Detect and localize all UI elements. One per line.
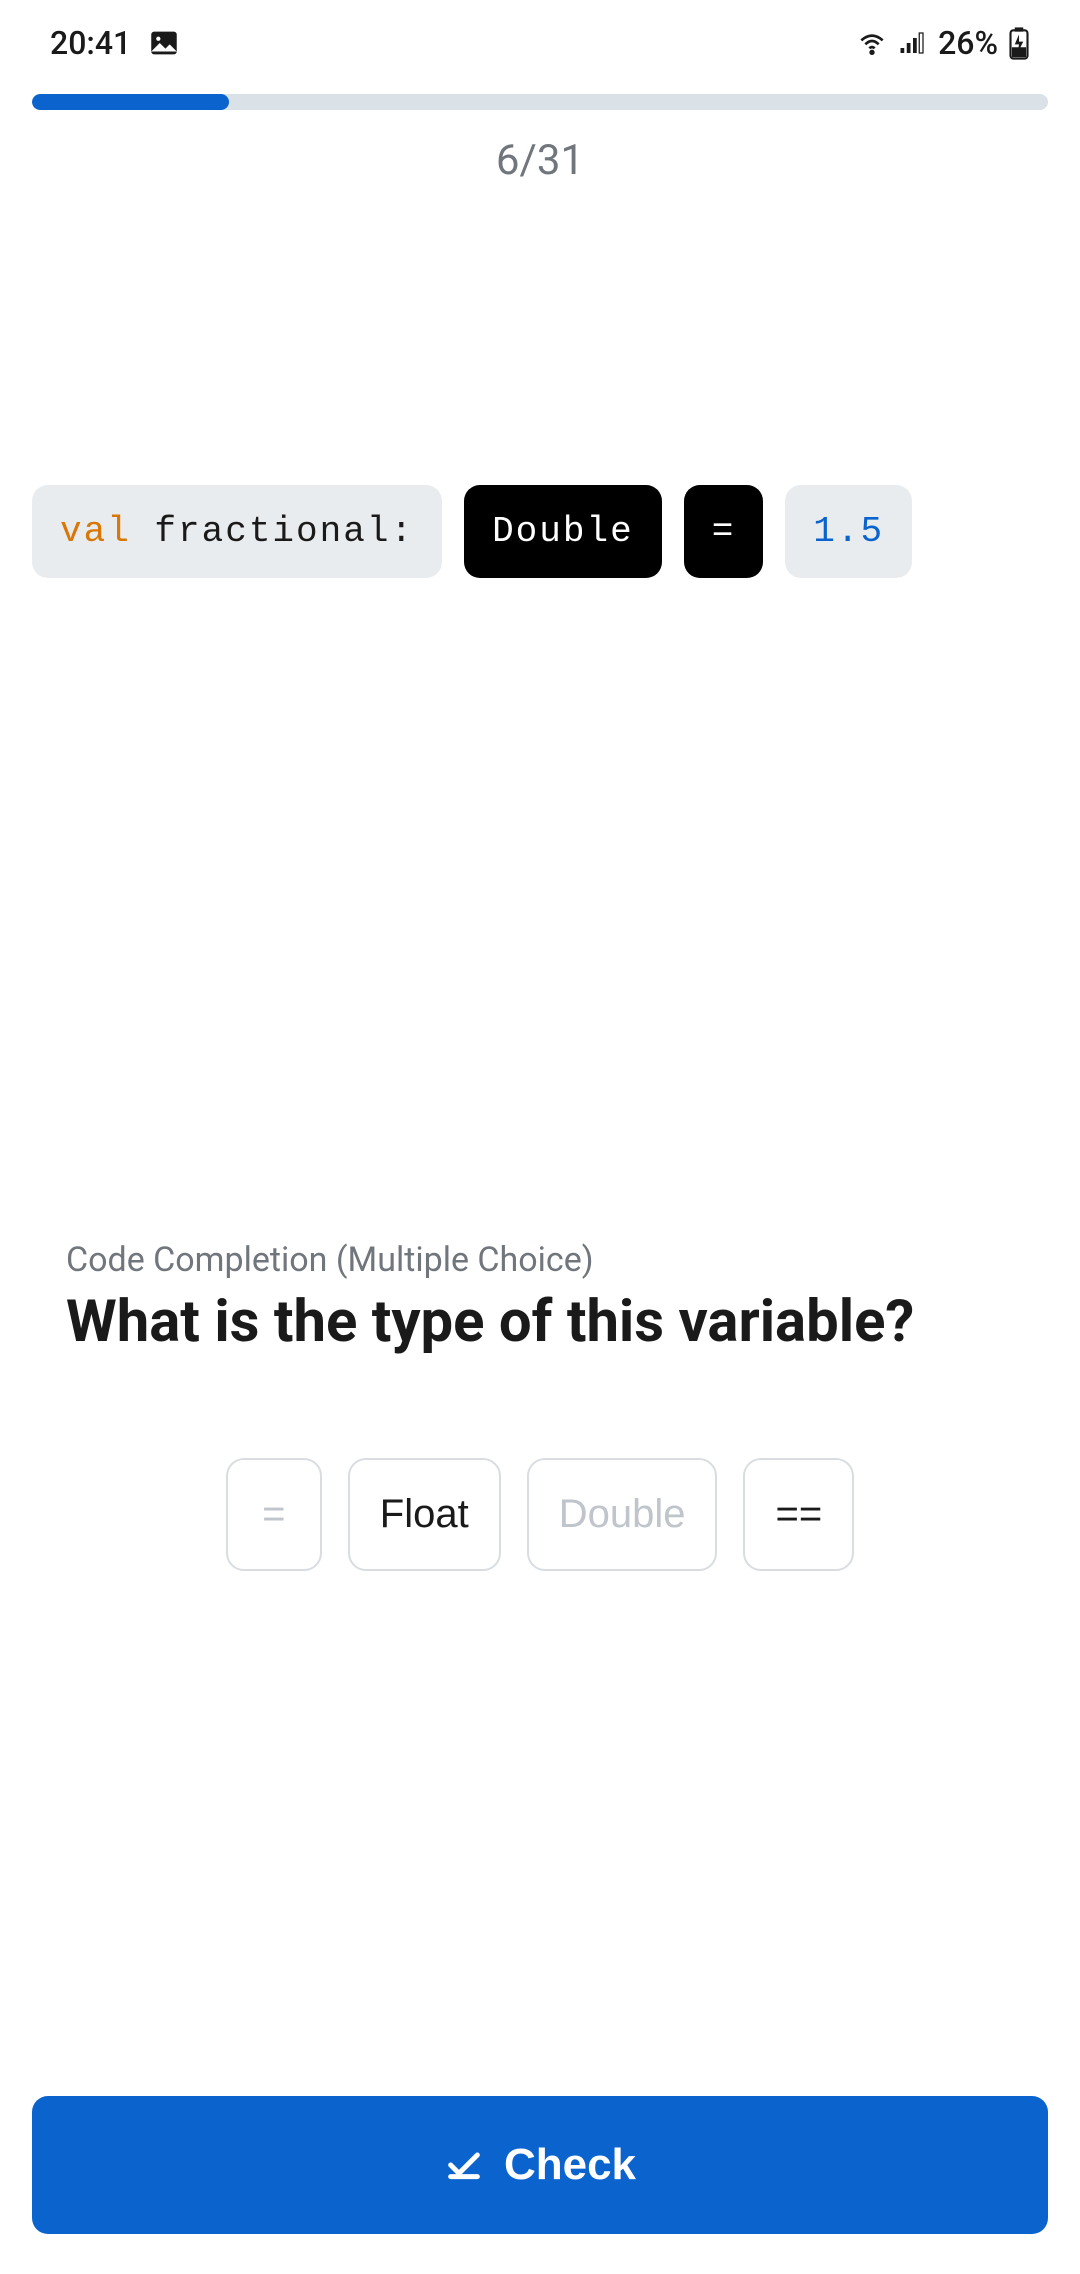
check-button[interactable]: Check (32, 2096, 1048, 2234)
progress-bar[interactable] (32, 94, 1048, 110)
status-left: 20:41 (50, 24, 181, 62)
choice-equals[interactable]: = (226, 1458, 322, 1571)
picture-icon (147, 26, 181, 60)
status-time: 20:41 (50, 24, 131, 62)
code-value: 1.5 (785, 485, 912, 578)
check-button-label: Check (504, 2140, 636, 2190)
signal-icon (898, 28, 928, 58)
battery-percent: 26% (938, 24, 998, 62)
code-type-slot[interactable]: Double (464, 485, 662, 578)
status-bar: 20:41 26% (0, 0, 1080, 78)
code-varname: fractional: (131, 511, 414, 552)
code-declaration: val fractional: (32, 485, 442, 578)
choices-row: = Float Double == (66, 1458, 1014, 1571)
code-keyword: val (60, 511, 131, 552)
battery-charging-icon (1008, 26, 1030, 60)
choice-double-equals[interactable]: == (743, 1458, 854, 1571)
question-section: Code Completion (Multiple Choice) What i… (0, 1240, 1080, 1571)
code-number: 1.5 (813, 511, 884, 552)
choice-float[interactable]: Float (348, 1458, 501, 1571)
check-icon (444, 2145, 484, 2185)
choice-double[interactable]: Double (527, 1458, 718, 1571)
progress-container: 6/31 (0, 78, 1080, 185)
progress-text: 6/31 (32, 136, 1048, 185)
question-title: What is the type of this variable? (66, 1288, 1014, 1358)
status-right: 26% (856, 24, 1030, 62)
code-area: val fractional: Double = 1.5 (0, 185, 1080, 578)
progress-fill (32, 94, 229, 110)
wifi-icon (856, 27, 888, 59)
code-equals-slot[interactable]: = (684, 485, 764, 578)
question-category: Code Completion (Multiple Choice) (66, 1240, 1014, 1280)
